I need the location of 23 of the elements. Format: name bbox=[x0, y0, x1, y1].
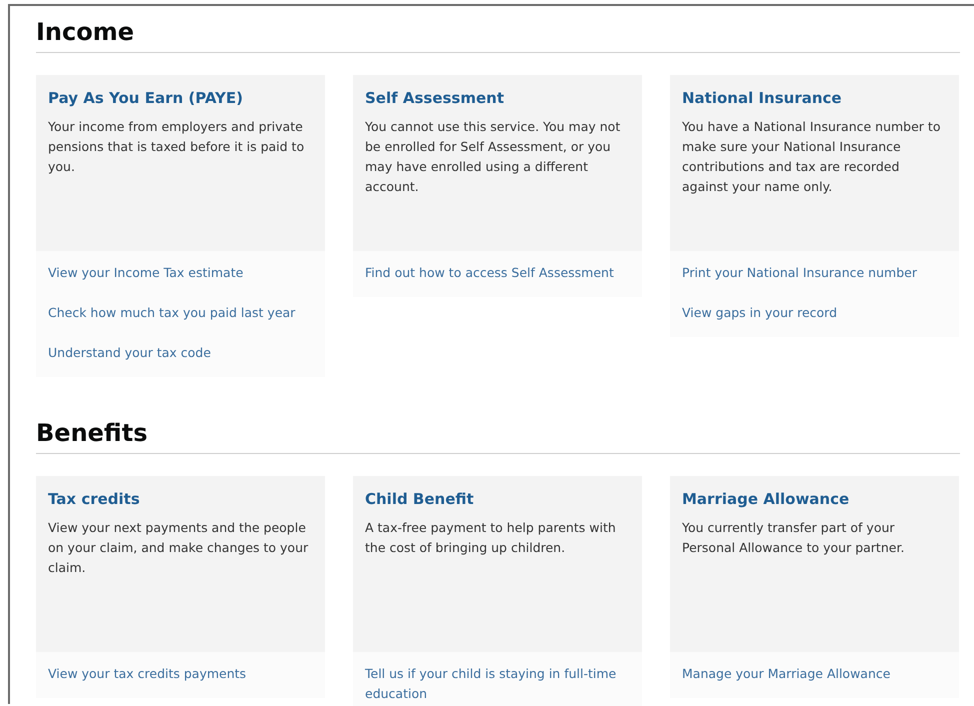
card-description: You currently transfer part of your Personal Allowance to your partner. bbox=[682, 519, 906, 557]
card-title[interactable]: Pay As You Earn (PAYE) bbox=[48, 87, 313, 109]
card-link[interactable]: Manage your Marriage Allowance bbox=[682, 664, 947, 684]
card-link[interactable]: View your Income Tax estimate bbox=[48, 263, 313, 283]
card-title[interactable]: National Insurance bbox=[682, 87, 947, 109]
card-description: A tax-free payment to help parents with the cost of bringing up children. bbox=[365, 519, 617, 557]
card-link[interactable]: View gaps in your record bbox=[682, 303, 947, 323]
card-link[interactable]: Check how much tax you paid last year bbox=[48, 303, 313, 323]
card-description: View your next payments and the people on your claim, and make changes to your claim. bbox=[48, 519, 310, 577]
section-heading: Income bbox=[36, 16, 960, 53]
card-title[interactable]: Self Assessment bbox=[365, 87, 630, 109]
card-description: You cannot use this service. You may not be enrolled for Self Assessment, or you may have enrolled using a different account. bbox=[365, 118, 622, 196]
card-title[interactable]: Tax credits bbox=[48, 488, 313, 510]
card-link[interactable]: Understand your tax code bbox=[48, 343, 313, 363]
section-heading: Benefits bbox=[36, 417, 960, 454]
card-description: Your income from employers and private pensions that is taxed before it is paid to you. bbox=[48, 118, 306, 176]
card-link[interactable]: Print your National Insurance number bbox=[682, 263, 947, 283]
card-title[interactable]: Marriage Allowance bbox=[682, 488, 947, 510]
card-description: You have a National Insurance number to make sure your National Insurance contributions and tax are recorded against your name only. bbox=[682, 118, 942, 196]
card-link[interactable]: Tell us if your child is staying in full-time education bbox=[365, 664, 630, 704]
card-title[interactable]: Child Benefit bbox=[365, 488, 630, 510]
card-link[interactable]: Find out how to access Self Assessment bbox=[365, 263, 630, 283]
card-link[interactable]: View your tax credits payments bbox=[48, 664, 313, 684]
